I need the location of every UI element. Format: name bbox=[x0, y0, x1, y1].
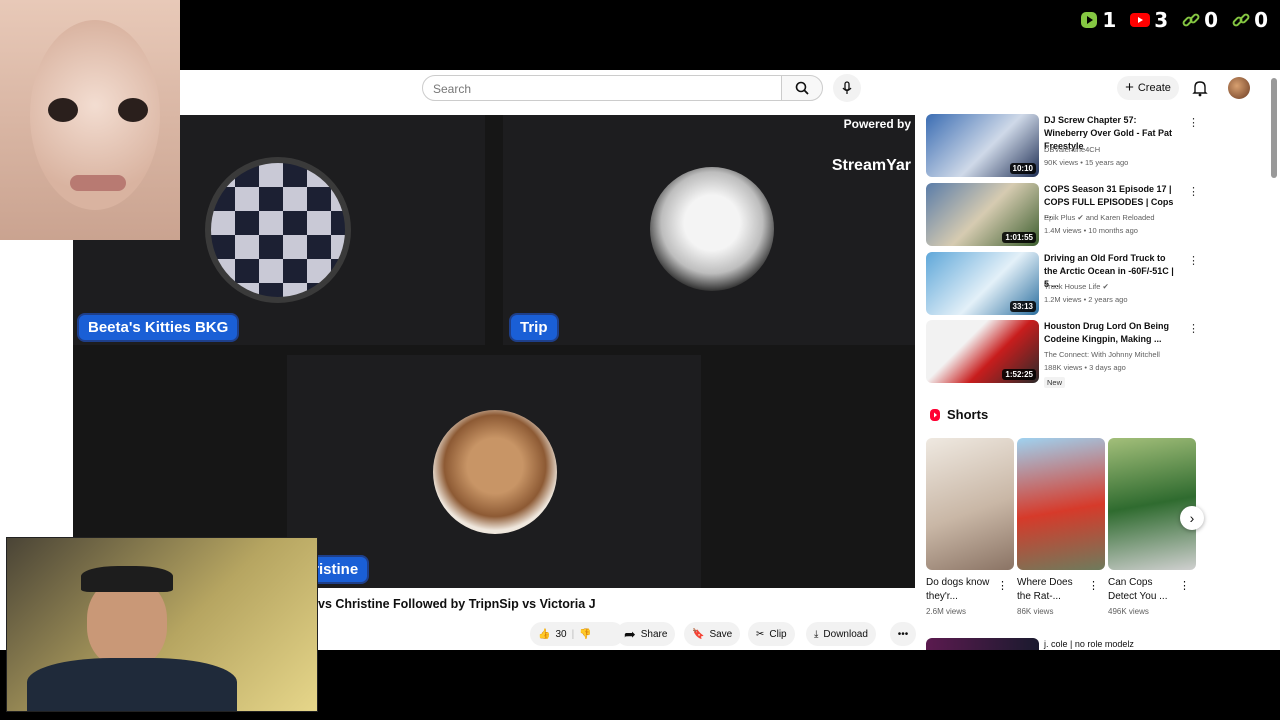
short-title[interactable]: Do dogs know they'r... bbox=[926, 576, 996, 604]
shorts-icon bbox=[930, 408, 940, 421]
stat-youtube: 3 bbox=[1130, 8, 1168, 32]
new-badge: New bbox=[1044, 377, 1066, 388]
short-thumbnail[interactable] bbox=[1017, 438, 1105, 570]
plus-icon: + bbox=[1125, 79, 1134, 96]
participant-nameplate: Beeta's Kitties BKG bbox=[77, 313, 240, 342]
more-vertical-icon[interactable]: ⋮ bbox=[1088, 579, 1099, 592]
channel-name[interactable]: The Connect: With Johnny Mitchell bbox=[1044, 350, 1160, 359]
search-input[interactable]: Search bbox=[422, 75, 782, 101]
participant-tile: hristine bbox=[287, 355, 701, 588]
channel-name[interactable]: Truck House Life ✔ bbox=[1044, 282, 1109, 291]
short-title[interactable]: Can Cops Detect You ... bbox=[1108, 576, 1178, 604]
more-vertical-icon[interactable]: ⋮ bbox=[1179, 579, 1190, 592]
like-dislike-group: 👍 30 | 👎 bbox=[530, 622, 624, 646]
more-vertical-icon[interactable]: ⋮ bbox=[1188, 116, 1199, 129]
more-vertical-icon[interactable]: ⋮ bbox=[1188, 322, 1199, 335]
more-vertical-icon[interactable]: ⋮ bbox=[1188, 185, 1199, 198]
participant-avatar bbox=[205, 157, 351, 303]
save-button[interactable]: 🔖 Save bbox=[684, 622, 741, 646]
participant-avatar bbox=[650, 167, 774, 291]
stream-stats: 1 3 0 0 bbox=[1080, 8, 1268, 32]
participant-tile: Trip Powered by StreamYar bbox=[503, 115, 915, 345]
download-button[interactable]: ⤓ Download bbox=[806, 622, 876, 646]
search-button[interactable] bbox=[781, 75, 823, 101]
short-title[interactable]: Where Does the Rat-... bbox=[1017, 576, 1087, 604]
share-button[interactable]: ➦ Share bbox=[616, 622, 676, 646]
webcam-mouth bbox=[70, 175, 126, 191]
divider: | bbox=[571, 628, 575, 640]
participant-avatar bbox=[433, 410, 557, 534]
like-count: 30 bbox=[555, 628, 567, 640]
recommendation-title[interactable]: j. cole | no role modelz bbox=[1044, 639, 1134, 649]
channel-name[interactable]: DBValentine4CH bbox=[1044, 145, 1100, 154]
short-views: 496K views bbox=[1108, 607, 1149, 616]
video-meta: 90K views • 15 years ago bbox=[1044, 158, 1129, 167]
video-meta: 1.2M views • 2 years ago bbox=[1044, 295, 1128, 304]
recommendation-item[interactable]: 1:01:55 COPS Season 31 Episode 17 | COPS… bbox=[926, 183, 1199, 249]
video-thumbnail[interactable]: 10:10 bbox=[926, 114, 1039, 177]
create-button[interactable]: + Create bbox=[1117, 76, 1179, 100]
voice-search-button[interactable] bbox=[833, 74, 861, 102]
video-thumbnail[interactable]: 33:13 bbox=[926, 252, 1039, 315]
share-icon: ➦ bbox=[624, 625, 636, 642]
thumbs-down-icon[interactable]: 👎 bbox=[579, 629, 591, 640]
webcam-top-left bbox=[0, 0, 180, 240]
bell-icon bbox=[1192, 81, 1208, 97]
bookmark-icon: 🔖 bbox=[692, 628, 705, 640]
stat-rumble: 1 bbox=[1080, 8, 1116, 32]
shorts-heading: Shorts bbox=[929, 407, 988, 422]
webcam-cap bbox=[81, 566, 173, 592]
shorts-next-button[interactable]: › bbox=[1180, 506, 1204, 530]
video-thumbnail[interactable]: 1:01:55 bbox=[926, 183, 1039, 246]
stat-link-1: 0 bbox=[1182, 8, 1218, 32]
youtube-icon bbox=[1130, 13, 1151, 27]
account-avatar[interactable] bbox=[1228, 77, 1250, 99]
channel-name[interactable]: Epik Plus ✔ and Karen Reloaded bbox=[1044, 213, 1155, 222]
video-thumbnail[interactable]: 1:52:25 bbox=[926, 320, 1039, 383]
stat-link-2: 0 bbox=[1232, 8, 1268, 32]
short-views: 2.6M views bbox=[926, 607, 967, 616]
rumble-icon bbox=[1081, 12, 1098, 28]
chevron-right-icon: › bbox=[1189, 510, 1195, 526]
video-thumbnail[interactable] bbox=[926, 638, 1039, 650]
webcam-bottom-left bbox=[6, 537, 318, 712]
video-title: vs Christine Followed by TripnSip vs Vic… bbox=[318, 597, 596, 611]
link-icon bbox=[1232, 13, 1250, 27]
more-vertical-icon[interactable]: ⋮ bbox=[997, 579, 1008, 592]
video-meta: 188K views • 3 days ago bbox=[1044, 363, 1126, 372]
link-icon bbox=[1182, 13, 1200, 27]
recommendation-title[interactable]: Houston Drug Lord On Being Codeine Kingp… bbox=[1044, 320, 1180, 346]
short-views: 86K views bbox=[1017, 607, 1054, 616]
short-thumbnail[interactable] bbox=[1108, 438, 1196, 570]
notifications-button[interactable] bbox=[1190, 78, 1210, 98]
more-vertical-icon[interactable]: ⋮ bbox=[1188, 254, 1199, 267]
video-player[interactable]: Beeta's Kitties BKG Trip Powered by Stre… bbox=[73, 115, 915, 588]
recommendation-item[interactable]: 1:52:25 Houston Drug Lord On Being Codei… bbox=[926, 320, 1199, 388]
microphone-icon bbox=[842, 81, 852, 94]
webcam-body bbox=[27, 658, 237, 711]
thumbs-up-icon[interactable]: 👍 bbox=[538, 629, 550, 640]
webcam-eye bbox=[118, 98, 148, 122]
streamyard-watermark: Powered by StreamYar bbox=[831, 117, 911, 174]
webcam-eye bbox=[48, 98, 78, 122]
download-icon: ⤓ bbox=[814, 628, 819, 640]
clip-button[interactable]: ✂ Clip bbox=[748, 622, 795, 646]
participant-nameplate: Trip bbox=[509, 313, 559, 342]
short-thumbnail[interactable] bbox=[926, 438, 1014, 570]
more-actions-button[interactable]: ••• bbox=[890, 622, 916, 646]
search-icon bbox=[795, 81, 809, 95]
video-meta: 1.4M views • 10 months ago bbox=[1044, 226, 1138, 235]
scrollbar-thumb[interactable] bbox=[1271, 78, 1277, 178]
recommendation-item[interactable]: 33:13 Driving an Old Ford Truck to the A… bbox=[926, 252, 1199, 318]
scissors-icon: ✂ bbox=[756, 628, 765, 640]
more-horizontal-icon: ••• bbox=[897, 628, 909, 640]
recommendation-item[interactable]: 10:10 DJ Screw Chapter 57: Wineberry Ove… bbox=[926, 114, 1199, 180]
